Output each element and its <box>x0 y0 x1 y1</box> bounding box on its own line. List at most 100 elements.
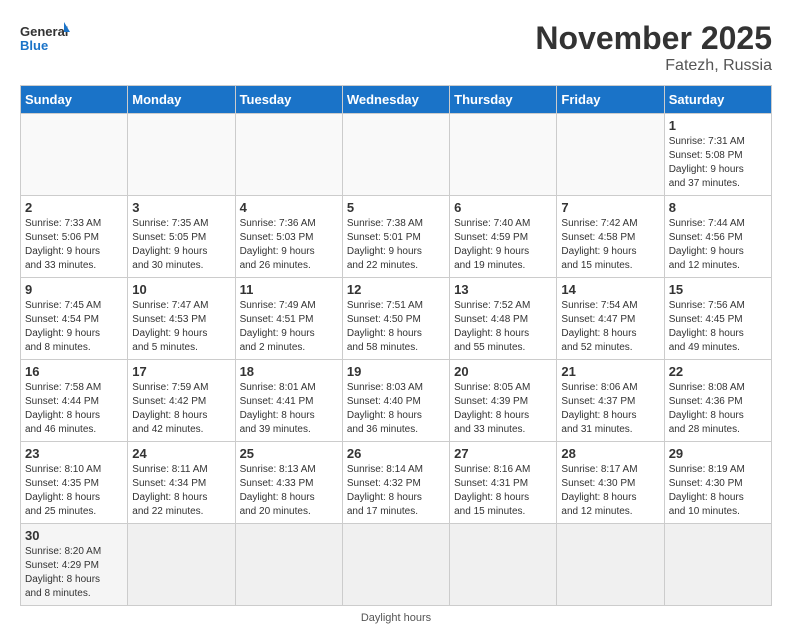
day-info: Sunrise: 7:47 AM Sunset: 4:53 PM Dayligh… <box>132 299 230 355</box>
month-title: November 2025 <box>535 20 772 57</box>
day-number: 1 <box>669 118 767 133</box>
day-number: 14 <box>561 282 659 297</box>
day-cell: 16 Sunrise: 7:58 AM Sunset: 4:44 PM Dayli… <box>21 360 128 442</box>
day-cell: 25Sunrise: 8:13 AM Sunset: 4:33 PM Dayli… <box>235 442 342 524</box>
day-cell: 24 Sunrise: 8:11 AM Sunset: 4:34 PM Dayli… <box>128 442 235 524</box>
day-number: 2 <box>25 200 123 215</box>
day-info: Sunrise: 7:31 AM Sunset: 5:08 PM Dayligh… <box>669 135 767 191</box>
header: General Blue November 2025 Fatezh, Russi… <box>20 20 772 75</box>
day-number: 3 <box>132 200 230 215</box>
day-number: 24 <box>132 446 230 461</box>
day-info: Sunrise: 7:33 AM Sunset: 5:06 PM Dayligh… <box>25 217 123 273</box>
day-info: Sunrise: 8:13 AM Sunset: 4:33 PM Dayligh… <box>240 463 338 519</box>
day-info: Sunrise: 8:08 AM Sunset: 4:36 PM Dayligh… <box>669 381 767 437</box>
day-cell: 8 Sunrise: 7:44 AM Sunset: 4:56 PM Daylig… <box>664 196 771 278</box>
col-header-monday: Monday <box>128 86 235 114</box>
day-cell: 10 Sunrise: 7:47 AM Sunset: 4:53 PM Dayli… <box>128 278 235 360</box>
day-cell <box>128 114 235 196</box>
day-cell: 19 Sunrise: 8:03 AM Sunset: 4:40 PM Dayli… <box>342 360 449 442</box>
week-row-2: 9 Sunrise: 7:45 AM Sunset: 4:54 PM Daylig… <box>21 278 772 360</box>
day-number: 9 <box>25 282 123 297</box>
day-cell: 14Sunrise: 7:54 AM Sunset: 4:47 PM Dayli… <box>557 278 664 360</box>
col-header-saturday: Saturday <box>664 86 771 114</box>
title-area: November 2025 Fatezh, Russia <box>535 20 772 75</box>
day-info: Sunrise: 7:45 AM Sunset: 4:54 PM Dayligh… <box>25 299 123 355</box>
day-number: 28 <box>561 446 659 461</box>
day-number: 21 <box>561 364 659 379</box>
day-info: Sunrise: 7:58 AM Sunset: 4:44 PM Dayligh… <box>25 381 123 437</box>
day-cell <box>342 524 449 606</box>
footer-note: Daylight hours <box>20 612 772 624</box>
logo-svg: General Blue <box>20 20 70 60</box>
day-cell: 2 Sunrise: 7:33 AM Sunset: 5:06 PM Daylig… <box>21 196 128 278</box>
day-info: Sunrise: 8:03 AM Sunset: 4:40 PM Dayligh… <box>347 381 445 437</box>
day-number: 26 <box>347 446 445 461</box>
day-cell: 3 Sunrise: 7:35 AM Sunset: 5:05 PM Daylig… <box>128 196 235 278</box>
day-info: Sunrise: 8:01 AM Sunset: 4:41 PM Dayligh… <box>240 381 338 437</box>
week-row-4: 23 Sunrise: 8:10 AM Sunset: 4:35 PM Dayli… <box>21 442 772 524</box>
day-info: Sunrise: 7:59 AM Sunset: 4:42 PM Dayligh… <box>132 381 230 437</box>
day-info: Sunrise: 7:35 AM Sunset: 5:05 PM Dayligh… <box>132 217 230 273</box>
day-number: 27 <box>454 446 552 461</box>
day-info: Sunrise: 8:16 AM Sunset: 4:31 PM Dayligh… <box>454 463 552 519</box>
day-number: 13 <box>454 282 552 297</box>
day-number: 23 <box>25 446 123 461</box>
week-row-0: 1 Sunrise: 7:31 AM Sunset: 5:08 PM Daylig… <box>21 114 772 196</box>
day-cell: 13Sunrise: 7:52 AM Sunset: 4:48 PM Dayli… <box>450 278 557 360</box>
day-number: 5 <box>347 200 445 215</box>
svg-text:Blue: Blue <box>20 38 48 53</box>
day-cell <box>664 524 771 606</box>
day-info: Sunrise: 7:40 AM Sunset: 4:59 PM Dayligh… <box>454 217 552 273</box>
subtitle: Fatezh, Russia <box>535 57 772 75</box>
day-cell: 7Sunrise: 7:42 AM Sunset: 4:58 PM Daylig… <box>557 196 664 278</box>
day-info: Sunrise: 8:17 AM Sunset: 4:30 PM Dayligh… <box>561 463 659 519</box>
day-cell: 12 Sunrise: 7:51 AM Sunset: 4:50 PM Dayli… <box>342 278 449 360</box>
day-cell: 17 Sunrise: 7:59 AM Sunset: 4:42 PM Dayli… <box>128 360 235 442</box>
day-cell: 28 Sunrise: 8:17 AM Sunset: 4:30 PM Dayli… <box>557 442 664 524</box>
day-info: Sunrise: 7:36 AM Sunset: 5:03 PM Dayligh… <box>240 217 338 273</box>
col-header-wednesday: Wednesday <box>342 86 449 114</box>
day-number: 11 <box>240 282 338 297</box>
day-cell <box>235 114 342 196</box>
day-info: Sunrise: 7:44 AM Sunset: 4:56 PM Dayligh… <box>669 217 767 273</box>
day-number: 17 <box>132 364 230 379</box>
svg-text:General: General <box>20 24 68 39</box>
day-number: 22 <box>669 364 767 379</box>
day-info: Sunrise: 8:11 AM Sunset: 4:34 PM Dayligh… <box>132 463 230 519</box>
day-info: Sunrise: 8:19 AM Sunset: 4:30 PM Dayligh… <box>669 463 767 519</box>
day-info: Sunrise: 8:14 AM Sunset: 4:32 PM Dayligh… <box>347 463 445 519</box>
day-cell <box>450 114 557 196</box>
day-cell: 11Sunrise: 7:49 AM Sunset: 4:51 PM Dayli… <box>235 278 342 360</box>
day-number: 8 <box>669 200 767 215</box>
day-cell: 22 Sunrise: 8:08 AM Sunset: 4:36 PM Dayli… <box>664 360 771 442</box>
day-cell <box>128 524 235 606</box>
week-row-5: 30Sunrise: 8:20 AM Sunset: 4:29 PM Dayli… <box>21 524 772 606</box>
day-cell: 30Sunrise: 8:20 AM Sunset: 4:29 PM Dayli… <box>21 524 128 606</box>
day-cell <box>557 114 664 196</box>
day-number: 18 <box>240 364 338 379</box>
week-row-1: 2 Sunrise: 7:33 AM Sunset: 5:06 PM Daylig… <box>21 196 772 278</box>
day-cell: 21Sunrise: 8:06 AM Sunset: 4:37 PM Dayli… <box>557 360 664 442</box>
day-cell: 15Sunrise: 7:56 AM Sunset: 4:45 PM Dayli… <box>664 278 771 360</box>
logo: General Blue <box>20 20 70 60</box>
day-number: 12 <box>347 282 445 297</box>
day-number: 10 <box>132 282 230 297</box>
day-number: 30 <box>25 528 123 543</box>
day-info: Sunrise: 7:42 AM Sunset: 4:58 PM Dayligh… <box>561 217 659 273</box>
day-number: 29 <box>669 446 767 461</box>
day-number: 6 <box>454 200 552 215</box>
day-info: Sunrise: 8:10 AM Sunset: 4:35 PM Dayligh… <box>25 463 123 519</box>
day-info: Sunrise: 8:05 AM Sunset: 4:39 PM Dayligh… <box>454 381 552 437</box>
col-header-tuesday: Tuesday <box>235 86 342 114</box>
day-cell <box>557 524 664 606</box>
day-cell: 23 Sunrise: 8:10 AM Sunset: 4:35 PM Dayli… <box>21 442 128 524</box>
header-row: SundayMondayTuesdayWednesdayThursdayFrid… <box>21 86 772 114</box>
day-cell <box>342 114 449 196</box>
day-number: 20 <box>454 364 552 379</box>
day-cell: 29 Sunrise: 8:19 AM Sunset: 4:30 PM Dayli… <box>664 442 771 524</box>
day-number: 16 <box>25 364 123 379</box>
day-cell <box>450 524 557 606</box>
col-header-thursday: Thursday <box>450 86 557 114</box>
day-info: Sunrise: 7:51 AM Sunset: 4:50 PM Dayligh… <box>347 299 445 355</box>
day-number: 19 <box>347 364 445 379</box>
